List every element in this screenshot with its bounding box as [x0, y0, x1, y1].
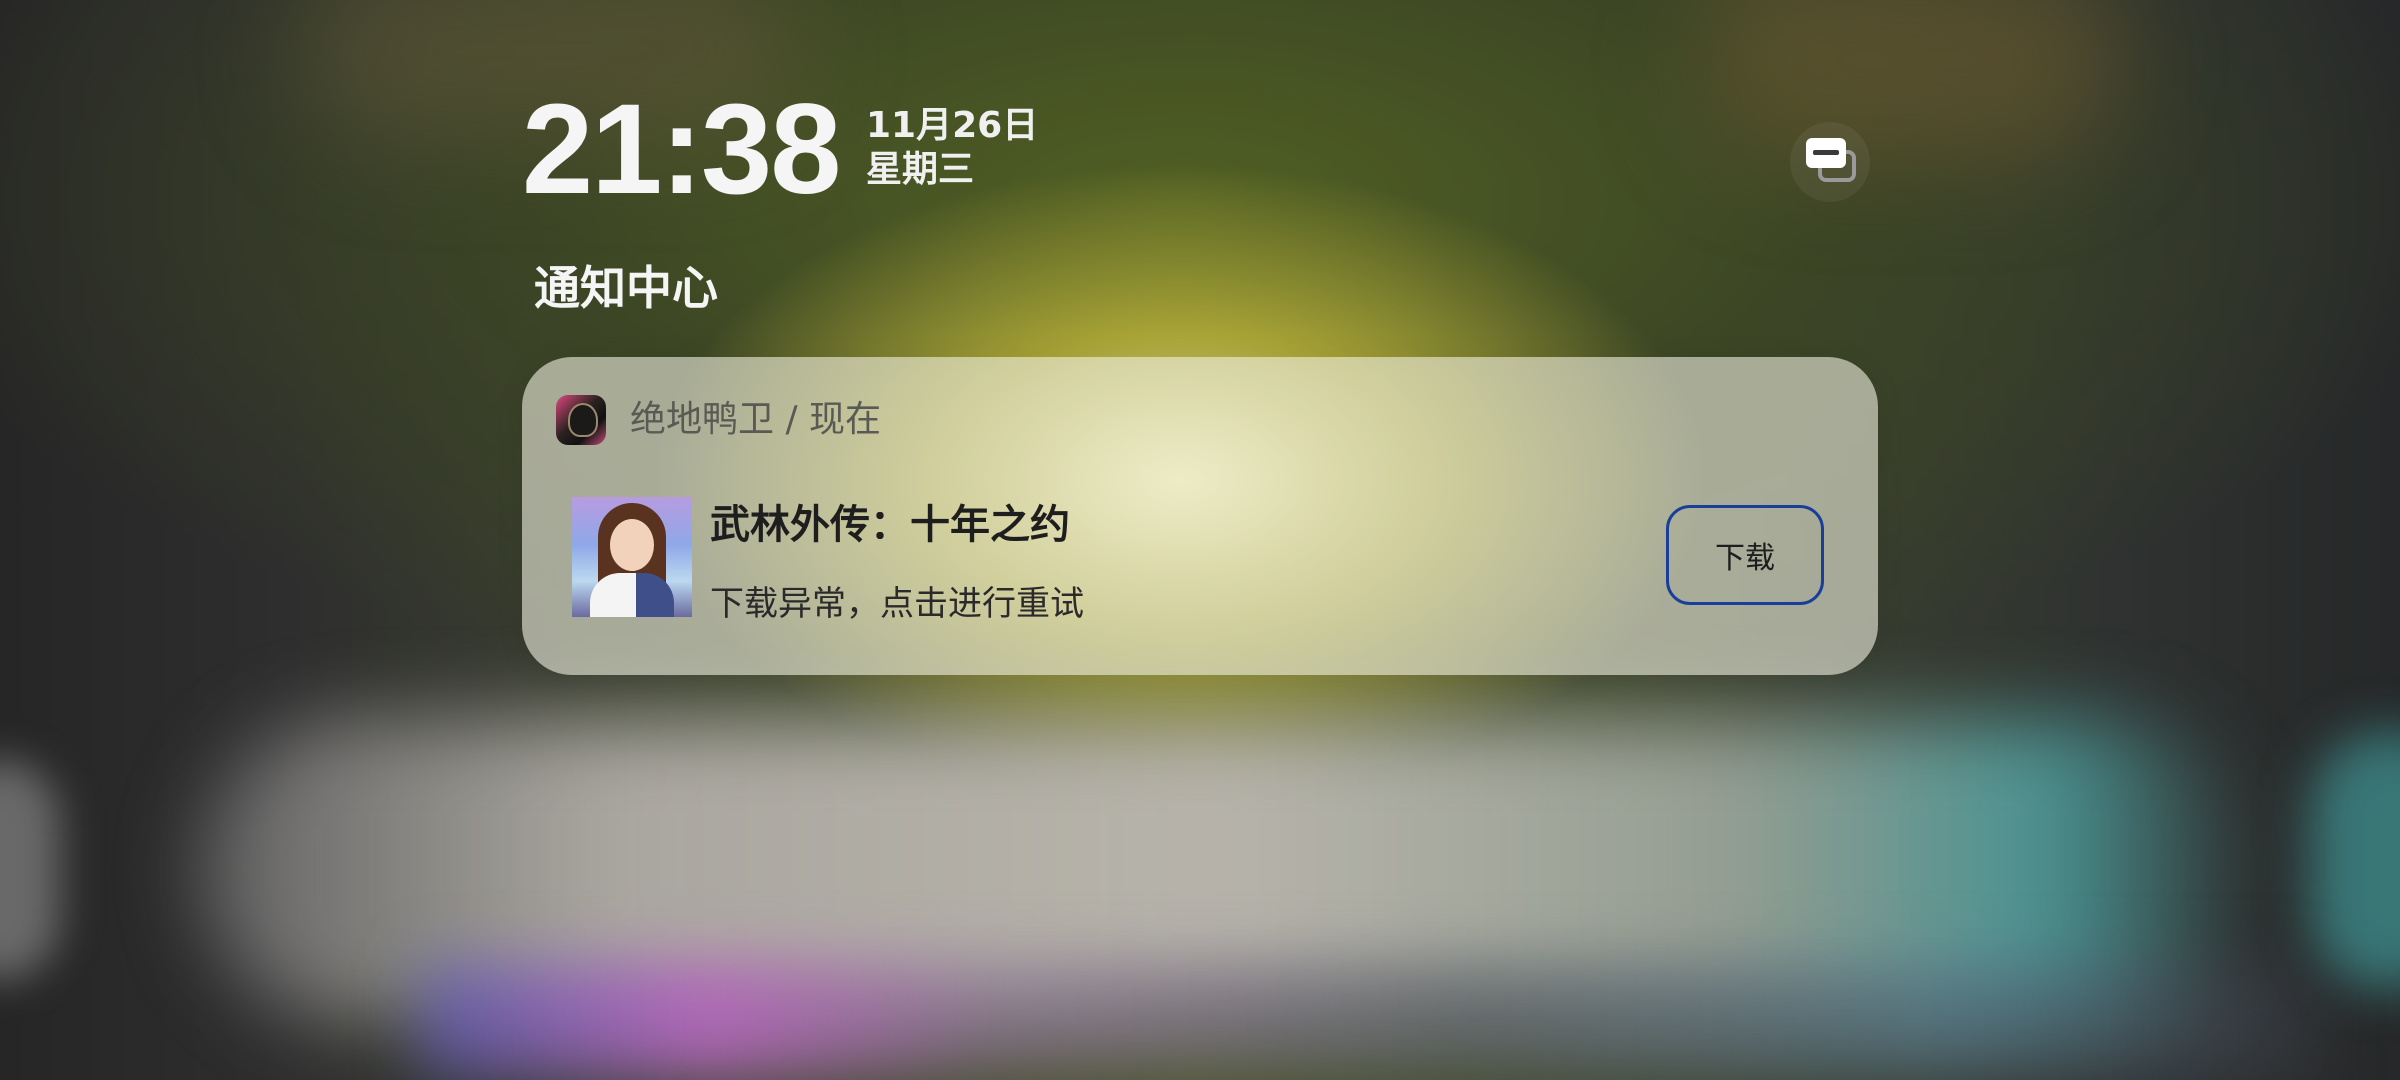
- date-block: 11月26日 星期三: [866, 104, 1038, 192]
- clock-time: 21:38: [522, 78, 841, 221]
- notification-switch-icon: [1806, 138, 1856, 182]
- app-icon: [556, 395, 606, 445]
- notification-title: 武林外传：十年之约: [710, 502, 1070, 548]
- date-text: 11月26日: [866, 105, 1039, 146]
- notification-card[interactable]: 绝地鸭卫 / 现在 武林外传：十年之约 下载异常，点击进行重试 下载: [522, 357, 1878, 675]
- game-thumbnail: [572, 497, 692, 617]
- notification-app-header: 绝地鸭卫 / 现在: [630, 399, 882, 440]
- download-button[interactable]: 下载: [1666, 505, 1824, 605]
- notification-center-title: 通知中心: [534, 261, 718, 315]
- weekday-text: 星期三: [866, 149, 975, 190]
- notification-switch-button[interactable]: [1790, 122, 1870, 202]
- notification-body: 下载异常，点击进行重试: [710, 584, 1084, 624]
